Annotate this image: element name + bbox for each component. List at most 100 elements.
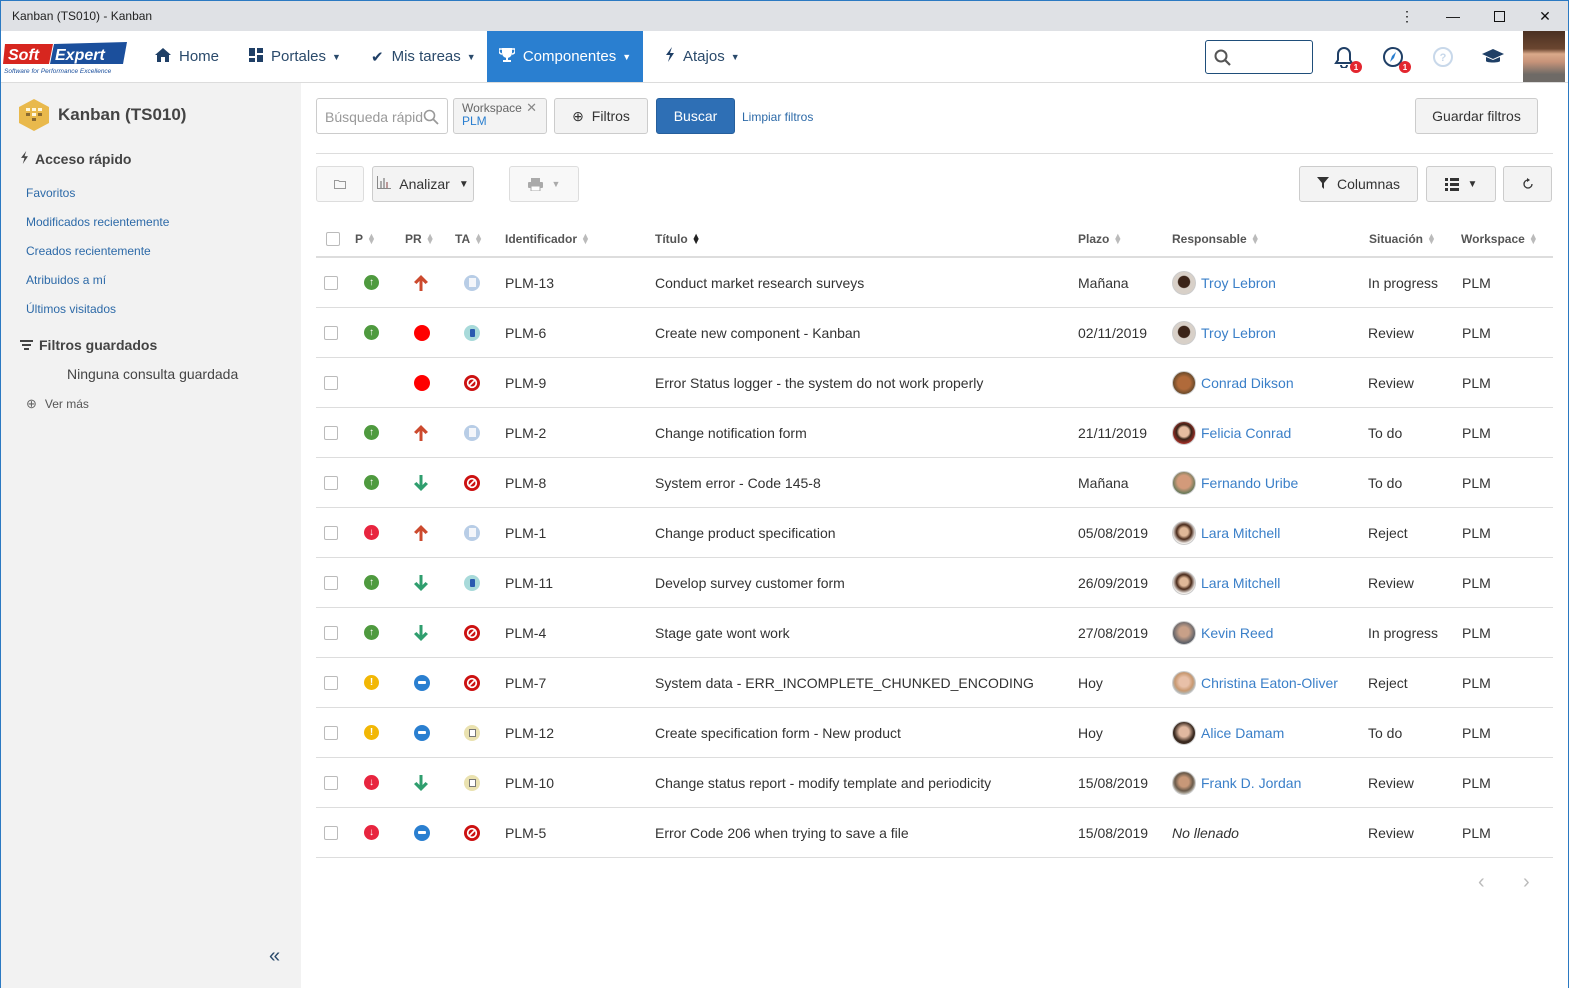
owner-link[interactable]: Fernando Uribe [1201, 475, 1298, 491]
table-row[interactable]: ! PLM-12 Create specification form - New… [316, 708, 1553, 758]
row-checkbox[interactable] [324, 808, 338, 857]
table-row[interactable]: ↑ PLM-8 System error - Code 145-8 Mañana… [316, 458, 1553, 508]
title-cell[interactable]: Change status report - modify template a… [655, 758, 991, 807]
nav-home[interactable]: Home [141, 31, 233, 82]
table-row[interactable]: ↑ PLM-13 Conduct market research surveys… [316, 258, 1553, 308]
remove-chip-icon[interactable]: ✕ [526, 101, 537, 114]
print-dropdown[interactable]: ▼ [509, 166, 579, 202]
nav-atajos[interactable]: Atajos ▼ [651, 31, 754, 82]
table-row[interactable]: PLM-9 Error Status logger - the system d… [316, 358, 1553, 408]
column-header-workspace[interactable]: Workspace ▲ ▼ [1461, 221, 1538, 257]
title-cell[interactable]: Change product specification [655, 508, 836, 557]
title-cell[interactable]: Change notification form [655, 408, 807, 457]
column-header-plazo[interactable]: Plazo ▲ ▼ [1078, 221, 1122, 257]
minimize-button[interactable]: — [1430, 1, 1476, 31]
list-view-dropdown[interactable]: ▼ [1426, 166, 1496, 202]
row-checkbox[interactable] [324, 658, 338, 707]
column-header-titulo[interactable]: Título ▲ ▼ [655, 221, 701, 257]
sidebar-link-modificados[interactable]: Modificados recientemente [26, 215, 169, 229]
owner-link[interactable]: Lara Mitchell [1201, 525, 1280, 541]
analyze-dropdown[interactable]: Analizar ▼ [372, 166, 474, 202]
title-cell[interactable]: Stage gate wont work [655, 608, 790, 657]
row-checkbox[interactable] [324, 308, 338, 357]
identifier-cell[interactable]: PLM-10 [505, 758, 554, 807]
column-header-ta[interactable]: TA ▲ ▼ [455, 221, 483, 257]
columns-button[interactable]: Columnas [1299, 166, 1418, 202]
identifier-cell[interactable]: PLM-2 [505, 408, 546, 457]
clear-filters-link[interactable]: Limpiar filtros [742, 110, 813, 124]
title-cell[interactable]: Create specification form - New product [655, 708, 901, 757]
owner-link[interactable]: Troy Lebron [1201, 325, 1276, 341]
row-checkbox[interactable] [324, 258, 338, 307]
identifier-cell[interactable]: PLM-4 [505, 608, 546, 657]
row-checkbox[interactable] [324, 408, 338, 457]
row-checkbox[interactable] [324, 508, 338, 557]
table-row[interactable]: ↑ PLM-2 Change notification form 21/11/2… [316, 408, 1553, 458]
identifier-cell[interactable]: PLM-9 [505, 358, 546, 407]
search-button[interactable]: Buscar [656, 98, 735, 134]
table-row[interactable]: ↓ PLM-5 Error Code 206 when trying to sa… [316, 808, 1553, 858]
folder-button[interactable] [316, 166, 364, 202]
column-header-situacion[interactable]: Situación ▲ ▼ [1369, 221, 1436, 257]
identifier-cell[interactable]: PLM-6 [505, 308, 546, 357]
workspace-filter-chip[interactable]: Workspace PLM ✕ [453, 98, 547, 134]
next-page-icon[interactable]: › [1523, 871, 1530, 894]
previous-page-icon[interactable]: ‹ [1478, 871, 1485, 894]
owner-link[interactable]: Lara Mitchell [1201, 575, 1280, 591]
more-options-icon[interactable]: ⋮ [1384, 1, 1430, 31]
title-cell[interactable]: Error Status logger - the system do not … [655, 358, 983, 407]
nav-mis-tareas[interactable]: ✔ Mis tareas ▼ [357, 31, 490, 82]
filters-button[interactable]: ⊕ Filtros [554, 98, 648, 134]
close-button[interactable]: ✕ [1522, 1, 1568, 31]
title-cell[interactable]: Develop survey customer form [655, 558, 845, 607]
owner-link[interactable]: Troy Lebron [1201, 275, 1276, 291]
row-checkbox[interactable] [324, 458, 338, 507]
owner-link[interactable]: Christina Eaton-Oliver [1201, 675, 1338, 691]
table-row[interactable]: ↑ PLM-4 Stage gate wont work 27/08/2019 … [316, 608, 1553, 658]
save-filters-button[interactable]: Guardar filtros [1415, 98, 1538, 134]
table-row[interactable]: ! PLM-7 System data - ERR_INCOMPLETE_CHU… [316, 658, 1553, 708]
row-checkbox[interactable] [324, 758, 338, 807]
user-avatar[interactable] [1523, 31, 1565, 82]
row-checkbox[interactable] [324, 708, 338, 757]
title-cell[interactable]: System error - Code 145-8 [655, 458, 821, 507]
refresh-button[interactable] [1503, 166, 1552, 202]
title-cell[interactable]: Error Code 206 when trying to save a fil… [655, 808, 909, 857]
row-checkbox[interactable] [324, 358, 338, 407]
identifier-cell[interactable]: PLM-8 [505, 458, 546, 507]
title-cell[interactable]: Conduct market research surveys [655, 258, 864, 307]
identifier-cell[interactable]: PLM-13 [505, 258, 554, 307]
column-header-p[interactable]: P ▲ ▼ [355, 221, 376, 257]
title-cell[interactable]: System data - ERR_INCOMPLETE_CHUNKED_ENC… [655, 658, 1034, 707]
see-more-link[interactable]: ⊕ Ver más [26, 396, 89, 412]
nav-componentes[interactable]: Componentes ▼ [487, 31, 643, 82]
table-row[interactable]: ↓ PLM-10 Change status report - modify t… [316, 758, 1553, 808]
sidebar-link-creados[interactable]: Creados recientemente [26, 244, 151, 258]
owner-link[interactable]: Alice Damam [1201, 725, 1284, 741]
title-cell[interactable]: Create new component - Kanban [655, 308, 860, 357]
table-row[interactable]: ↑ PLM-11 Develop survey customer form 26… [316, 558, 1553, 608]
identifier-cell[interactable]: PLM-11 [505, 558, 553, 607]
notifications-button[interactable]: 1 [1332, 45, 1362, 73]
identifier-cell[interactable]: PLM-12 [505, 708, 554, 757]
sidebar-link-atribuidos[interactable]: Atribuidos a mí [26, 273, 106, 287]
learning-button[interactable] [1481, 45, 1505, 69]
owner-link[interactable]: Conrad Dikson [1201, 375, 1294, 391]
identifier-cell[interactable]: PLM-5 [505, 808, 546, 857]
identifier-cell[interactable]: PLM-1 [505, 508, 546, 557]
column-header-responsable[interactable]: Responsable ▲ ▼ [1172, 221, 1260, 257]
owner-link[interactable]: Felicia Conrad [1201, 425, 1291, 441]
row-checkbox[interactable] [324, 558, 338, 607]
quick-search-input[interactable]: Búsqueda rápida [316, 98, 448, 134]
owner-link[interactable]: Frank D. Jordan [1201, 775, 1301, 791]
global-search-input[interactable] [1205, 40, 1313, 74]
column-header-identificador[interactable]: Identificador ▲ ▼ [505, 221, 590, 257]
table-row[interactable]: ↑ PLM-6 Create new component - Kanban 02… [316, 308, 1553, 358]
compass-button[interactable]: 1 [1381, 45, 1411, 73]
table-row[interactable]: ↓ PLM-1 Change product specification 05/… [316, 508, 1553, 558]
help-button[interactable]: ? [1431, 45, 1455, 69]
softexpert-logo[interactable]: Soft Expert Software for Performance Exc… [3, 40, 131, 76]
nav-portales[interactable]: Portales ▼ [235, 31, 355, 82]
column-header-pr[interactable]: PR ▲ ▼ [405, 221, 435, 257]
maximize-button[interactable] [1476, 1, 1522, 31]
